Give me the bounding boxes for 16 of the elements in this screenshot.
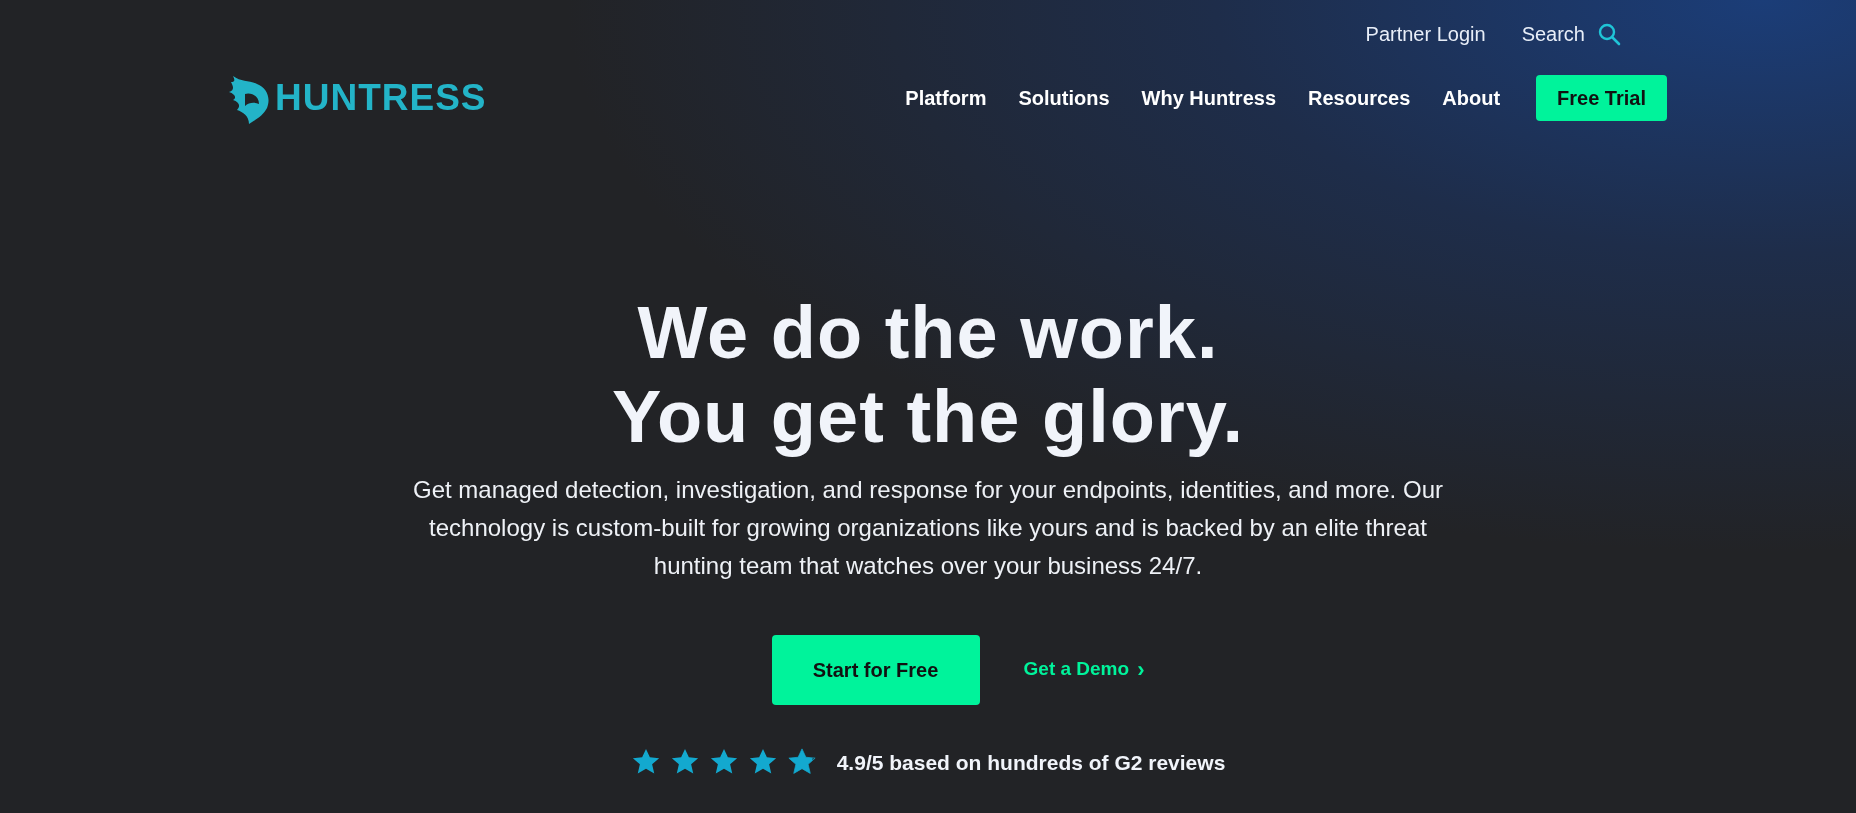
nav-link[interactable]: Solutions (1018, 82, 1110, 113)
headline: We do the work. (637, 290, 1219, 375)
free-trial-button[interactable]: Free Trial (1536, 74, 1667, 121)
partner-login-link[interactable]: Partner Login (1365, 19, 1486, 49)
nav-link[interactable]: Platform (905, 82, 987, 113)
search-link[interactable]: Search (1521, 19, 1585, 49)
hero-description: Get managed detection, investigation, and response for your endpoints, identities, and more. Our technology is custom-built for growing organizations like yours and is backed by an elite threat hunting team that watches over your business 24/7. (412, 474, 1444, 581)
rating-text: 4.9/5 based on hundreds of G2 reviews (836, 749, 1226, 776)
nav-link[interactable]: Resources (1308, 82, 1411, 113)
start-for-free-button[interactable]: Start for Free (771, 634, 980, 705)
nav-link[interactable]: Why Huntress (1141, 82, 1276, 113)
nav-link[interactable]: About (1442, 82, 1501, 113)
search-icon[interactable] (1597, 22, 1621, 46)
logo-wordmark[interactable]: HUNTRESS (275, 70, 487, 126)
headline: You get the glory. (612, 374, 1244, 459)
get-a-demo-link[interactable]: Get a Demo › (1023, 653, 1145, 686)
